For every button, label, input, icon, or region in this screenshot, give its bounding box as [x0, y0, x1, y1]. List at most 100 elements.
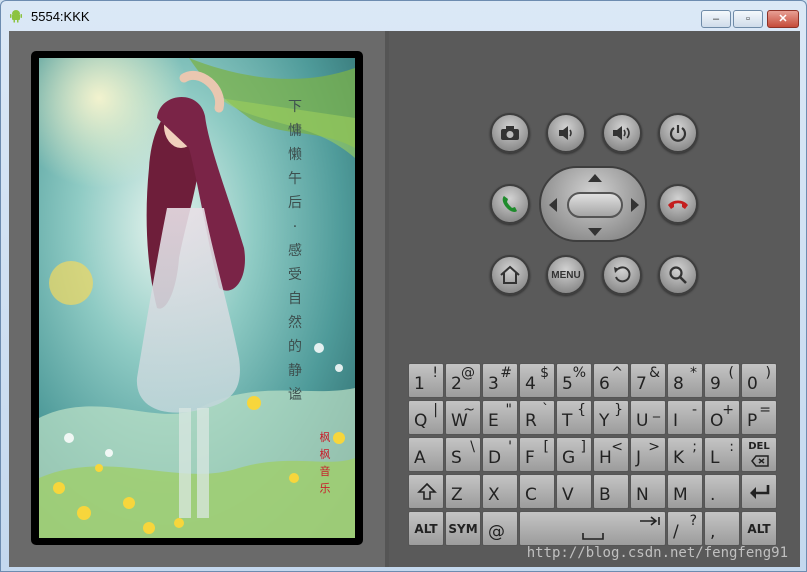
key-m[interactable]: M: [667, 474, 703, 509]
key-secondary-label: \: [470, 439, 475, 455]
poem-char: 慵: [288, 123, 302, 139]
camera-button[interactable]: [490, 113, 530, 153]
stamp-char: 音: [319, 465, 331, 478]
search-icon: [669, 266, 687, 284]
key-5[interactable]: 5%: [556, 363, 592, 398]
call-button[interactable]: [490, 184, 530, 224]
menu-label: MENU: [551, 269, 581, 281]
key-secondary-label: ]: [580, 439, 586, 455]
dpad-down-icon[interactable]: [588, 228, 602, 236]
search-button[interactable]: [658, 255, 698, 295]
dpad-up-icon[interactable]: [588, 174, 602, 182]
volume-up-icon: [613, 126, 630, 140]
key-secondary-label: ?: [689, 513, 697, 529]
android-icon: [10, 10, 22, 23]
end-call-button[interactable]: [658, 184, 698, 224]
title-bar[interactable]: 5554:KKK – ▫ ✕: [1, 1, 806, 31]
key-secondary-label: ~: [463, 402, 475, 418]
key-j[interactable]: J >: [630, 437, 666, 472]
key-secondary-label: !: [432, 365, 438, 381]
key-9[interactable]: 9(: [704, 363, 740, 398]
key-6[interactable]: 6 ^: [593, 363, 629, 398]
key-x[interactable]: X: [482, 474, 518, 509]
key-y[interactable]: Y}: [593, 400, 629, 435]
dpad-left-icon[interactable]: [549, 198, 557, 212]
key-q[interactable]: Q |: [408, 400, 444, 435]
maximize-button[interactable]: ▫: [733, 10, 763, 28]
key-alt-left[interactable]: ALT: [408, 511, 444, 546]
key-period[interactable]: .: [704, 474, 740, 509]
key-shift[interactable]: [408, 474, 444, 509]
poem-char: 然: [288, 315, 302, 331]
menu-button[interactable]: MENU: [546, 255, 586, 295]
dpad-right-icon[interactable]: [631, 198, 639, 212]
key-alt-right[interactable]: ALT: [741, 511, 777, 546]
key-secondary-label: :: [729, 439, 734, 455]
key-c[interactable]: C: [519, 474, 555, 509]
key-comma[interactable]: ,: [704, 511, 740, 546]
key-b[interactable]: B: [593, 474, 629, 509]
volume-up-button[interactable]: [602, 113, 642, 153]
key-p[interactable]: P =: [741, 400, 777, 435]
close-button[interactable]: ✕: [767, 10, 799, 28]
key-f[interactable]: F[: [519, 437, 555, 472]
poem-char: 午: [288, 171, 302, 187]
minimize-button[interactable]: –: [701, 10, 731, 28]
device-screen[interactable]: [39, 58, 355, 538]
key-k[interactable]: K;: [667, 437, 703, 472]
key-del[interactable]: DEL: [741, 437, 777, 472]
key-label: 4: [525, 374, 536, 394]
key-n[interactable]: N: [630, 474, 666, 509]
back-button[interactable]: [602, 255, 642, 295]
key-secondary-label: *: [690, 365, 697, 381]
key-label: P: [747, 411, 758, 431]
power-icon: [669, 125, 687, 142]
key-a[interactable]: A: [408, 437, 444, 472]
key-secondary-label: ^: [611, 365, 623, 381]
key-l[interactable]: L:: [704, 437, 740, 472]
key-1[interactable]: 1!: [408, 363, 444, 398]
poem-char: 谧: [288, 387, 302, 403]
key-label: G: [562, 448, 576, 468]
home-button[interactable]: [490, 255, 530, 295]
power-button[interactable]: [658, 113, 698, 153]
key-slash[interactable]: /?: [667, 511, 703, 546]
dpad-center-button[interactable]: [567, 192, 623, 218]
key-2[interactable]: 2 @: [445, 363, 481, 398]
key-8[interactable]: 8 *: [667, 363, 703, 398]
key-h[interactable]: H <: [593, 437, 629, 472]
key-secondary-label: >: [648, 439, 660, 455]
tab-icon: [640, 516, 660, 526]
key-sym[interactable]: SYM: [445, 511, 481, 546]
key-r[interactable]: R `: [519, 400, 555, 435]
key-at[interactable]: @: [482, 511, 518, 546]
poem-char: 后: [288, 195, 302, 211]
key-3[interactable]: 3 #: [482, 363, 518, 398]
key-u[interactable]: U _: [630, 400, 666, 435]
key-enter[interactable]: [741, 474, 777, 509]
key-4[interactable]: 4 $: [519, 363, 555, 398]
key-e[interactable]: E ": [482, 400, 518, 435]
key-secondary-label: {: [577, 402, 586, 418]
key-t[interactable]: T{: [556, 400, 592, 435]
key-label: L: [710, 448, 720, 468]
key-space[interactable]: [519, 511, 666, 546]
key-i[interactable]: I-: [667, 400, 703, 435]
key-secondary-label: &: [649, 365, 660, 381]
key-s[interactable]: S \: [445, 437, 481, 472]
dpad[interactable]: [539, 166, 647, 242]
watermark-text: http://blog.csdn.net/fengfeng91: [526, 545, 788, 561]
key-0[interactable]: 0): [741, 363, 777, 398]
poem-char: 下: [288, 99, 302, 115]
backspace-icon: [751, 455, 769, 467]
key-7[interactable]: 7 &: [630, 363, 666, 398]
key-d[interactable]: D ': [482, 437, 518, 472]
poem-char: 自: [288, 291, 302, 307]
key-label: ALT: [747, 521, 771, 536]
key-w[interactable]: W ~: [445, 400, 481, 435]
volume-down-button[interactable]: [546, 113, 586, 153]
key-g[interactable]: G]: [556, 437, 592, 472]
key-z[interactable]: Z: [445, 474, 481, 509]
key-v[interactable]: V: [556, 474, 592, 509]
key-o[interactable]: O +: [704, 400, 740, 435]
